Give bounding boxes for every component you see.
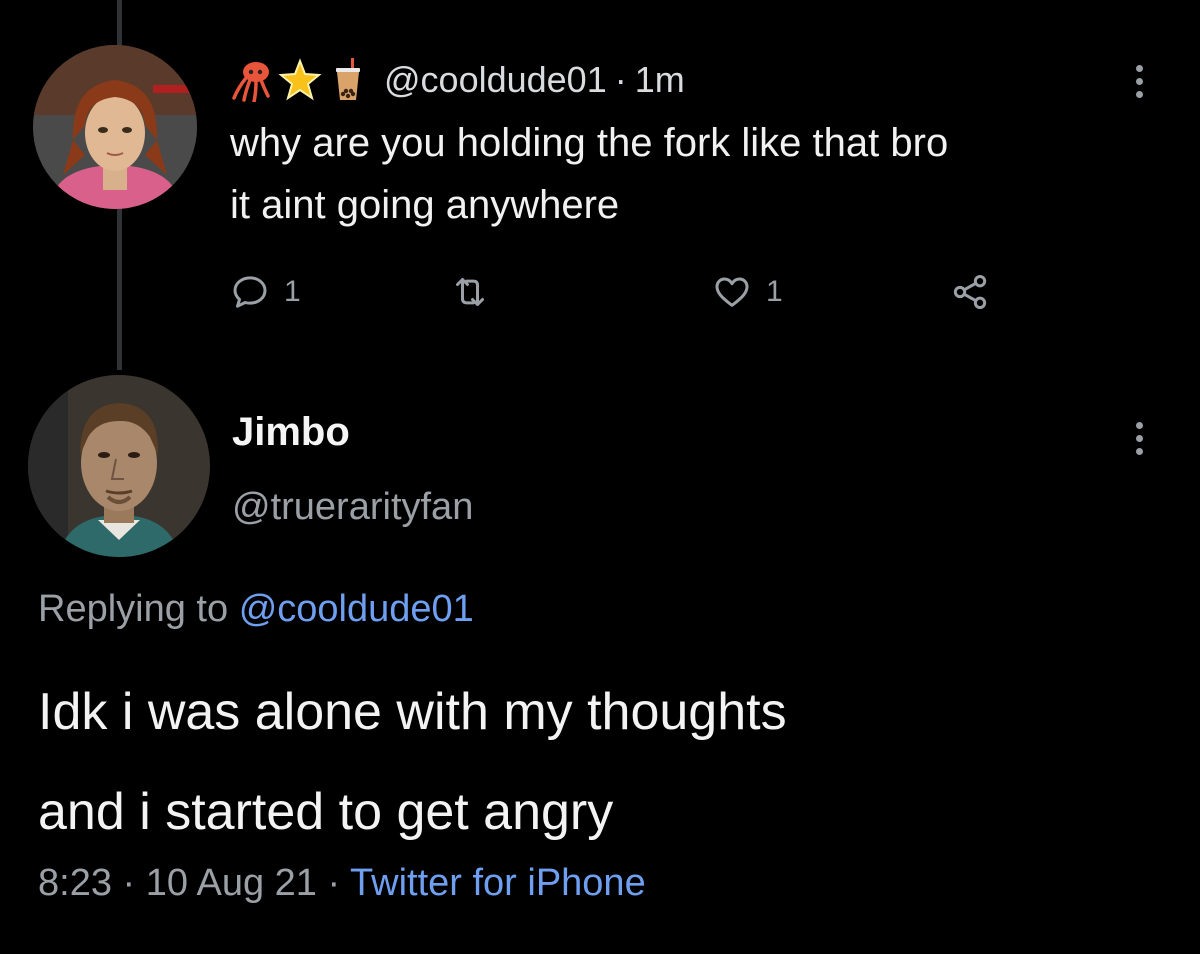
avatar-truerarityfan[interactable] [28, 375, 210, 557]
bubble-tea-icon [336, 58, 360, 100]
reply-tweet-header: @cooldude01 · 1m [230, 55, 685, 105]
more-icon[interactable] [1133, 65, 1145, 98]
like-button[interactable]: 1 [712, 272, 783, 312]
reply-text-line: it aint going anywhere [230, 183, 620, 227]
reply-time[interactable]: 1m [635, 59, 685, 101]
tweet-meta: 8:23 · 10 Aug 21 · Twitter for iPhone [38, 862, 646, 905]
tweet-time: 8:23 [38, 862, 112, 904]
main-tweet-text: Idk i was alone with my thoughts and i s… [38, 662, 787, 862]
separator: · [122, 862, 136, 904]
reply-text-line: why are you holding the fork like that b… [230, 121, 949, 165]
like-icon [715, 277, 749, 307]
tweet-date: 10 Aug 21 [145, 862, 317, 904]
squid-icon [232, 62, 270, 102]
user-handle[interactable]: @truerarityfan [232, 486, 473, 529]
star-icon [278, 58, 322, 101]
avatar-image [28, 375, 210, 557]
like-count: 1 [766, 275, 783, 308]
display-name[interactable]: Jimbo [232, 410, 350, 455]
replying-prefix: Replying to [38, 588, 229, 630]
reply-count: 1 [284, 275, 301, 308]
main-text-line: and i started to get angry [38, 783, 614, 841]
separator: · [614, 59, 627, 100]
main-text-line: Idk i was alone with my thoughts [38, 683, 787, 741]
reply-icon [233, 276, 267, 308]
tweet-source-link[interactable]: Twitter for iPhone [350, 862, 646, 904]
emoji-row [230, 58, 370, 102]
avatar-cooldude01[interactable] [33, 45, 197, 209]
reply-handle[interactable]: @cooldude01 [384, 59, 607, 101]
share-icon [953, 275, 987, 309]
reply-tweet-text: why are you holding the fork like that b… [230, 112, 1170, 236]
share-button[interactable] [950, 272, 990, 312]
separator: · [327, 862, 341, 904]
retweet-icon [456, 278, 484, 306]
reply-button[interactable]: 1 [230, 272, 301, 312]
retweet-button[interactable] [450, 272, 490, 312]
replying-to: Replying to @cooldude01 [38, 588, 474, 631]
replying-mention-link[interactable]: @cooldude01 [239, 588, 474, 630]
avatar-image [33, 45, 197, 209]
more-icon[interactable] [1133, 422, 1145, 455]
